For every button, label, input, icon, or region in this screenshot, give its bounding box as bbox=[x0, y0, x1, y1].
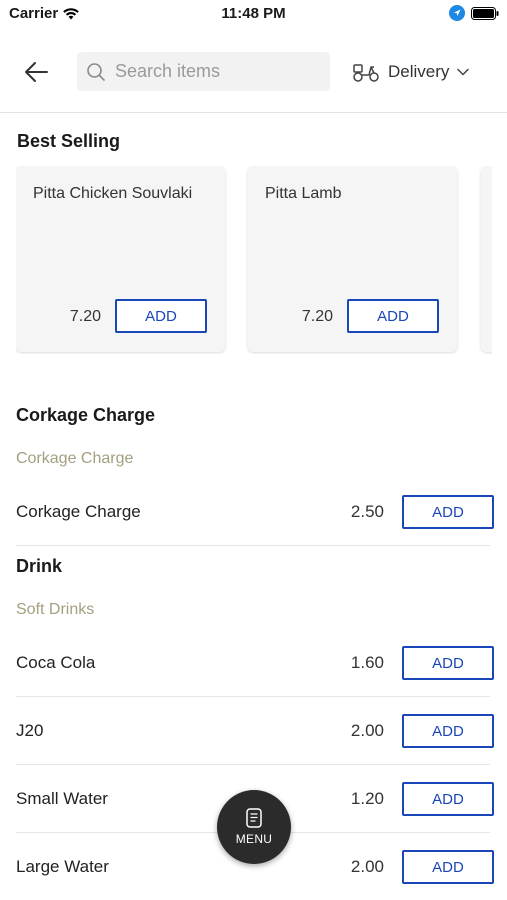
menu-fab-button[interactable]: MENU bbox=[217, 790, 291, 864]
search-box[interactable] bbox=[77, 52, 330, 91]
menu-item-name: Large Water bbox=[16, 857, 109, 876]
add-button[interactable]: ADD bbox=[347, 299, 439, 333]
add-button[interactable]: ADD bbox=[402, 714, 494, 748]
menu-item-row[interactable]: Corkage Charge 2.50 ADD bbox=[16, 478, 494, 546]
menu-item-price: 2.00 bbox=[350, 857, 384, 876]
search-input[interactable] bbox=[115, 61, 315, 82]
add-button[interactable]: ADD bbox=[402, 782, 494, 816]
back-arrow-icon bbox=[25, 62, 48, 82]
battery-icon bbox=[471, 6, 499, 20]
card-item-price: 7.20 bbox=[301, 308, 333, 325]
menu-item-price: 1.20 bbox=[350, 789, 384, 808]
delivery-selector[interactable]: Delivery bbox=[352, 58, 470, 86]
delivery-label: Delivery bbox=[388, 62, 450, 81]
best-selling-title: Best Selling bbox=[17, 131, 121, 151]
location-icon bbox=[449, 5, 465, 21]
menu-book-icon bbox=[246, 808, 262, 828]
chevron-down-icon bbox=[457, 68, 470, 76]
category-title: Drink bbox=[16, 556, 63, 576]
subcategory-title: Corkage Charge bbox=[16, 450, 134, 467]
card-item-price: 7.20 bbox=[69, 308, 101, 325]
scooter-icon bbox=[353, 64, 379, 82]
best-selling-card[interactable]: Pitta Chicken Souvlaki 7.20 ADD bbox=[16, 166, 225, 352]
best-selling-card-partial[interactable] bbox=[481, 166, 492, 352]
subcategory-title: Soft Drinks bbox=[16, 601, 95, 618]
menu-item-name: Coca Cola bbox=[16, 653, 96, 672]
back-button[interactable] bbox=[20, 56, 52, 88]
menu-item-price: 2.00 bbox=[350, 721, 384, 740]
menu-item-name: Small Water bbox=[16, 789, 108, 808]
add-button[interactable]: ADD bbox=[402, 850, 494, 884]
status-time: 11:48 PM bbox=[221, 5, 286, 22]
best-selling-carousel[interactable]: Pitta Chicken Souvlaki 7.20 ADD Pitta La… bbox=[16, 166, 492, 354]
menu-item-row[interactable]: J20 2.00 ADD bbox=[16, 697, 494, 765]
status-right bbox=[449, 5, 499, 21]
add-button[interactable]: ADD bbox=[402, 646, 494, 680]
menu-item-price: 2.50 bbox=[350, 502, 384, 521]
divider bbox=[16, 545, 490, 546]
card-item-name: Pitta Chicken Souvlaki bbox=[33, 185, 193, 202]
add-button[interactable]: ADD bbox=[115, 299, 207, 333]
status-bar: Carrier 11:48 PM bbox=[0, 0, 507, 28]
header: Delivery bbox=[0, 40, 507, 113]
category-title: Corkage Charge bbox=[16, 405, 156, 425]
search-icon bbox=[85, 61, 107, 83]
best-selling-card[interactable]: Pitta Lamb 7.20 ADD bbox=[248, 166, 457, 352]
menu-item-name: Corkage Charge bbox=[16, 502, 141, 521]
menu-item-name: J20 bbox=[16, 721, 44, 740]
add-button[interactable]: ADD bbox=[402, 495, 494, 529]
menu-item-price: 1.60 bbox=[350, 653, 384, 672]
menu-fab-label: MENU bbox=[235, 832, 273, 846]
card-item-name: Pitta Lamb bbox=[265, 185, 342, 202]
menu-item-row[interactable]: Coca Cola 1.60 ADD bbox=[16, 629, 494, 697]
